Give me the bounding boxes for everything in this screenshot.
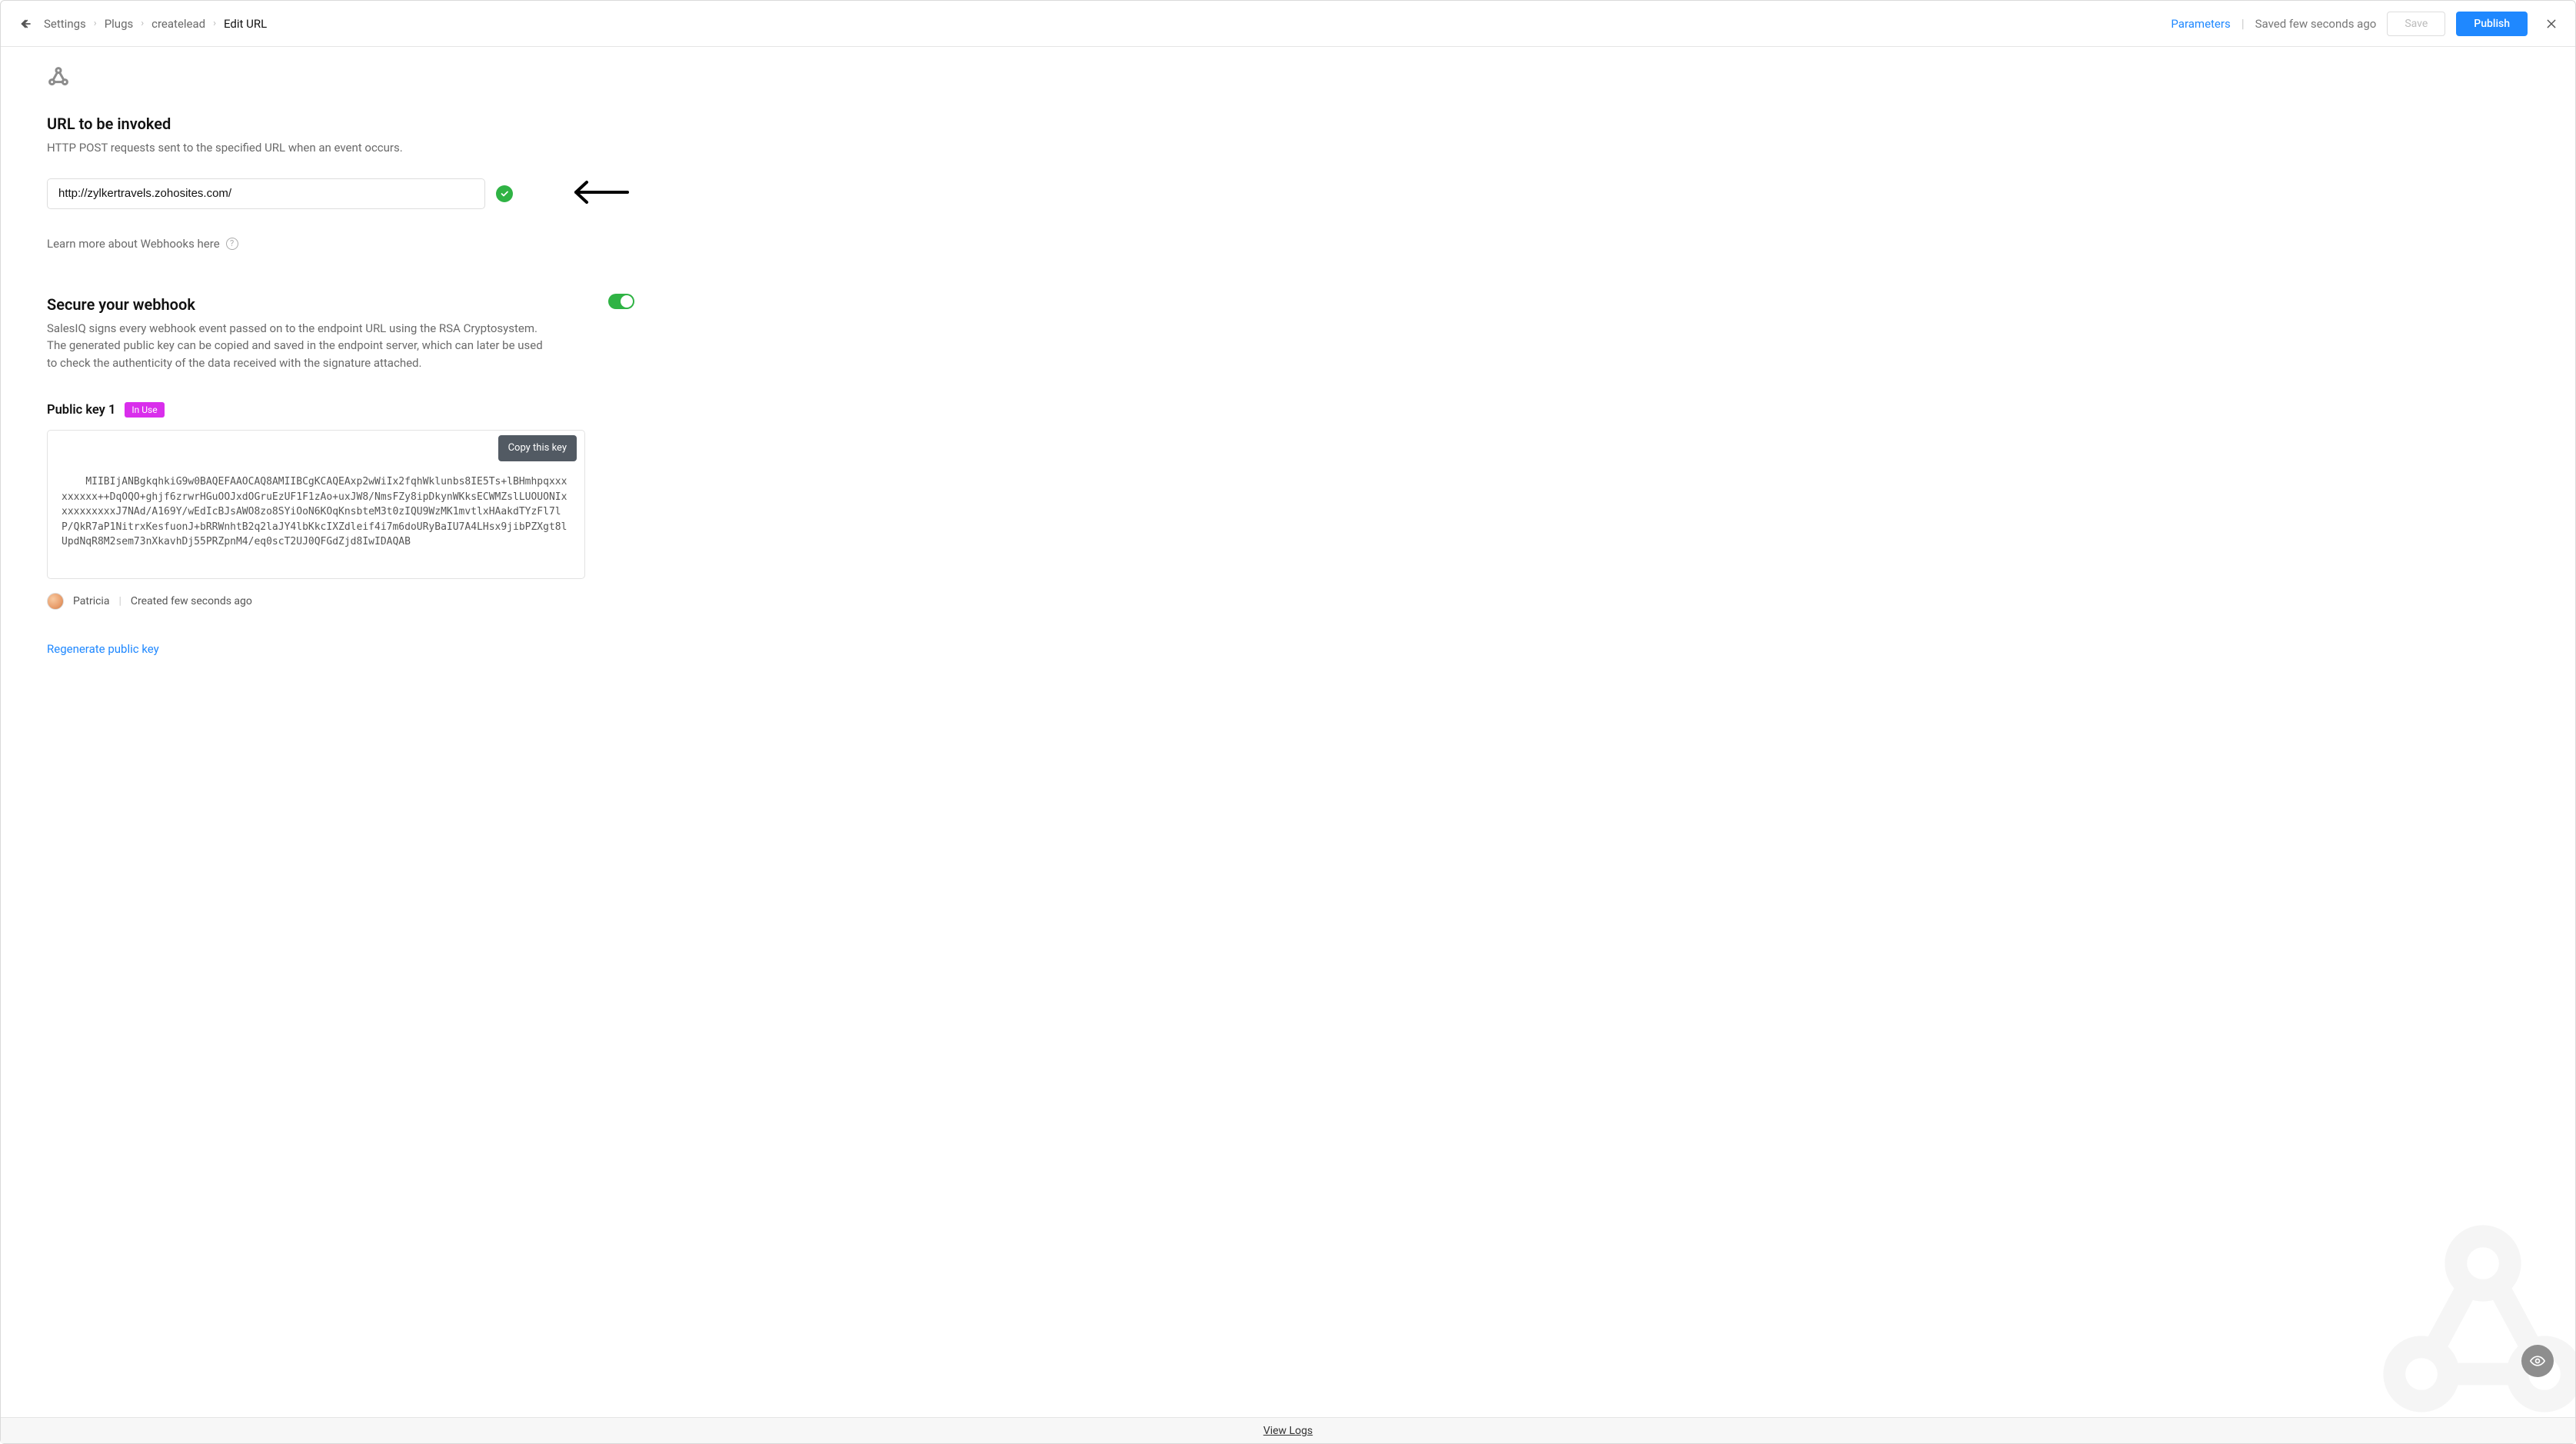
learn-more-text[interactable]: Learn more about Webhooks here bbox=[47, 237, 220, 251]
public-key-title: Public key 1 bbox=[47, 403, 115, 418]
annotation-arrow-icon bbox=[570, 178, 631, 209]
copy-key-button[interactable]: Copy this key bbox=[498, 435, 577, 461]
chevron-right-icon: › bbox=[141, 18, 144, 29]
author-name: Patricia bbox=[73, 595, 109, 607]
secure-webhook-toggle[interactable] bbox=[608, 294, 634, 309]
top-bar: Settings › Plugs › createlead › Edit URL… bbox=[1, 1, 2575, 47]
public-key-header: Public key 1 In Use bbox=[47, 402, 2529, 418]
crumb-createlead[interactable]: createlead bbox=[151, 17, 205, 31]
secure-section: Secure your webhook SalesIQ signs every … bbox=[47, 295, 2529, 372]
chevron-right-icon: › bbox=[94, 18, 97, 29]
learn-more-row: Learn more about Webhooks here ? bbox=[47, 237, 2529, 251]
help-icon[interactable]: ? bbox=[226, 238, 238, 250]
crumb-edit-url: Edit URL bbox=[224, 17, 267, 31]
public-key-text: MIIBIjANBgkqhkiG9w0BAQEFAAOCAQ8AMIIBCgKC… bbox=[62, 476, 567, 547]
topbar-right: Parameters | Saved few seconds ago Save … bbox=[2171, 12, 2560, 36]
in-use-badge: In Use bbox=[125, 402, 164, 418]
eye-icon bbox=[2530, 1353, 2545, 1369]
close-button[interactable] bbox=[2543, 15, 2560, 32]
key-meta-row: Patricia | Created few seconds ago bbox=[47, 593, 2529, 610]
back-button[interactable] bbox=[16, 15, 35, 33]
toggle-knob bbox=[621, 295, 633, 308]
chevron-right-icon: › bbox=[213, 18, 216, 29]
preview-button[interactable] bbox=[2521, 1345, 2554, 1377]
url-section-subtitle: HTTP POST requests sent to the specified… bbox=[47, 139, 547, 157]
topbar-left: Settings › Plugs › createlead › Edit URL bbox=[16, 15, 267, 33]
background-logo bbox=[2360, 1202, 2575, 1417]
webhook-icon bbox=[47, 65, 2529, 91]
breadcrumb: Settings › Plugs › createlead › Edit URL bbox=[44, 17, 267, 31]
crumb-settings[interactable]: Settings bbox=[44, 17, 86, 31]
regenerate-key-link[interactable]: Regenerate public key bbox=[47, 642, 159, 656]
save-status: Saved few seconds ago bbox=[2255, 17, 2377, 31]
publish-button[interactable]: Publish bbox=[2456, 12, 2528, 36]
parameters-link[interactable]: Parameters bbox=[2171, 17, 2230, 31]
main-content: URL to be invoked HTTP POST requests sen… bbox=[1, 47, 2575, 1417]
save-button: Save bbox=[2387, 12, 2445, 36]
url-section-title: URL to be invoked bbox=[47, 115, 2529, 133]
webhook-url-input[interactable] bbox=[47, 178, 485, 209]
url-valid-icon bbox=[496, 185, 513, 202]
crumb-plugs[interactable]: Plugs bbox=[105, 17, 134, 31]
public-key-box: Copy this key MIIBIjANBgkqhkiG9w0BAQEFAA… bbox=[47, 430, 585, 579]
footer: View Logs bbox=[1, 1417, 2575, 1443]
secure-section-title: Secure your webhook bbox=[47, 295, 2529, 314]
url-input-row bbox=[47, 178, 2529, 209]
secure-section-desc: SalesIQ signs every webhook event passed… bbox=[47, 320, 547, 372]
divider: | bbox=[2242, 16, 2245, 31]
author-avatar bbox=[47, 593, 64, 610]
view-logs-link[interactable]: View Logs bbox=[1263, 1425, 1313, 1437]
created-label: Created few seconds ago bbox=[131, 595, 252, 607]
divider: | bbox=[118, 595, 121, 607]
